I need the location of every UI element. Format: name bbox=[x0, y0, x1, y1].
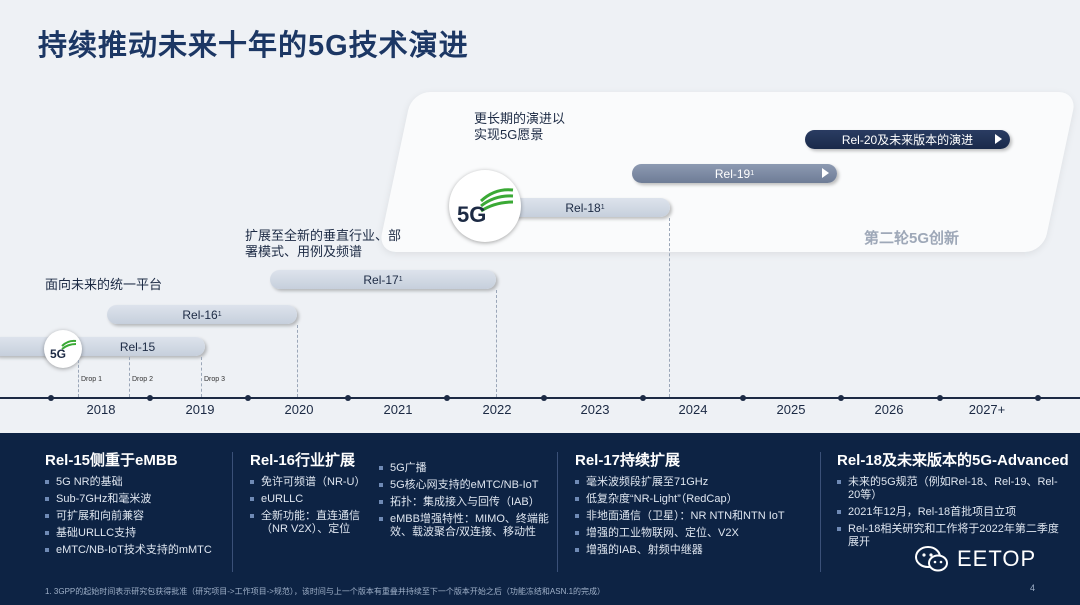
rel-18-label: Rel-18 bbox=[565, 200, 601, 215]
axis-tick bbox=[1035, 395, 1041, 401]
year-label: 2021 bbox=[383, 402, 413, 417]
list-item: 2021年12月，Rel-18首批项目立项 bbox=[837, 506, 1069, 519]
year-label: 2024 bbox=[678, 402, 708, 417]
drop-1-label: Drop 1 bbox=[81, 376, 103, 383]
axis-tick bbox=[937, 395, 943, 401]
column-heading: Rel-15侧重于eMBB bbox=[45, 452, 178, 469]
page-title: 持续推动未来十年的5G技术演进 bbox=[38, 30, 469, 62]
drop-3-label: Drop 3 bbox=[204, 376, 226, 383]
list-item: 基础URLLC支持 bbox=[45, 527, 225, 540]
column-divider bbox=[557, 452, 558, 572]
rel-15-label: Rel-15 bbox=[119, 339, 156, 354]
page-number: 4 bbox=[1030, 583, 1036, 593]
year-label: 2023 bbox=[580, 402, 610, 417]
axis-tick bbox=[640, 395, 646, 401]
list-item: 非地面通信（卫星）：NR NTN和NTN IoT bbox=[575, 510, 810, 523]
axis-tick bbox=[245, 395, 251, 401]
rel-17-end-guide bbox=[496, 290, 497, 397]
note-long-term: 更长期的演进以实现5G愿景 bbox=[474, 111, 566, 142]
arrow-right-icon bbox=[995, 134, 1002, 144]
rel-16-bar: Rel-16 1 bbox=[107, 305, 297, 324]
5g-logo-icon-small: 5G bbox=[44, 330, 82, 368]
rel-19-label: Rel-19 bbox=[714, 166, 751, 181]
list-item: eMTC/NB-IoT技术支持的mMTC bbox=[45, 544, 225, 557]
column-rel-18: Rel-18及未来版本的5G-Advanced 未来的5G规范（例如Rel-18… bbox=[837, 441, 1069, 553]
column-heading: Rel-17持续扩展 bbox=[575, 452, 681, 469]
drop-2-label: Drop 2 bbox=[132, 376, 154, 383]
second-wave-label: 第二轮5G创新 bbox=[864, 230, 960, 247]
svg-text:5G: 5G bbox=[50, 347, 66, 360]
year-label: 2019 bbox=[185, 402, 215, 417]
list-item: 可扩展和向前兼容 bbox=[45, 510, 225, 523]
watermark: EETOP bbox=[915, 545, 1036, 573]
axis-tick bbox=[838, 395, 844, 401]
list-item: 低复杂度“NR-Light”（RedCap） bbox=[575, 493, 810, 506]
rel-15-bar: Rel-15 bbox=[0, 337, 205, 356]
list-item: Sub-7GHz和毫米波 bbox=[45, 493, 225, 506]
axis-tick bbox=[541, 395, 547, 401]
rel-19-bar: Rel-19 1 bbox=[632, 164, 837, 183]
year-label: 2022 bbox=[482, 402, 512, 417]
axis-tick bbox=[444, 395, 450, 401]
rel-20-label: Rel-20及未来版本的演进 bbox=[841, 133, 974, 147]
list-item: eMBB增强特性：MIMO、终端能效、载波聚合/双连接、移动性 bbox=[379, 513, 551, 539]
note-vertical-expansion: 扩展至全新的垂直行业、部署模式、用例及频谱 bbox=[245, 228, 402, 259]
rel-17-bar: Rel-17 1 bbox=[270, 270, 496, 289]
list-item: 免许可频谱（NR-U） bbox=[250, 476, 375, 489]
list-item: 5G NR的基础 bbox=[45, 476, 225, 489]
wechat-icon bbox=[915, 546, 948, 572]
watermark-text: EETOP bbox=[957, 546, 1037, 571]
list-item: 未来的5G规范（例如Rel-18、Rel-19、Rel-20等） bbox=[837, 476, 1069, 502]
column-rel-16-cont: 5G广播 5G核心网支持的eMTC/NB-IoT 拓扑：集成接入与回传（IAB）… bbox=[379, 448, 551, 543]
list-item: 全新功能：直连通信（NR V2X）、定位 bbox=[250, 510, 375, 536]
5g-logo-icon-large: 5G bbox=[449, 170, 521, 242]
list-item: 5G广播 bbox=[379, 462, 551, 475]
drop-1-guide bbox=[78, 360, 79, 397]
year-label: 2020 bbox=[284, 402, 314, 417]
year-label: 2027+ bbox=[968, 402, 1006, 417]
axis-tick bbox=[740, 395, 746, 401]
note-unified-platform: 面向未来的统一平台 bbox=[45, 277, 163, 292]
timeline-axis bbox=[0, 397, 1080, 399]
footnote: 1. 3GPP的起始时间表示研究包获得批准（研究项目->工作项目->规范），该时… bbox=[45, 587, 606, 596]
rel-20-bar: Rel-20及未来版本的演进 bbox=[805, 130, 1010, 149]
list-item: 毫米波频段扩展至71GHz bbox=[575, 476, 810, 489]
list-item: 5G核心网支持的eMTC/NB-IoT bbox=[379, 479, 551, 492]
rel-18-end-guide bbox=[669, 218, 670, 397]
list-item: eURLLC bbox=[250, 493, 375, 506]
axis-tick bbox=[48, 395, 54, 401]
column-divider bbox=[232, 452, 233, 572]
rel-16-end-guide bbox=[297, 325, 298, 397]
svg-text:5G: 5G bbox=[457, 202, 486, 226]
drop-3-guide bbox=[201, 357, 202, 397]
rel-16-label: Rel-16 bbox=[182, 307, 218, 322]
rel-17-label: Rel-17 bbox=[363, 272, 399, 287]
column-rel-15: Rel-15侧重于eMBB 5G NR的基础 Sub-7GHz和毫米波 可扩展和… bbox=[45, 441, 225, 561]
rel-18-bar: Rel-18 1 bbox=[500, 198, 670, 217]
column-heading: Rel-16行业扩展 bbox=[250, 452, 356, 469]
year-label: 2026 bbox=[874, 402, 904, 417]
column-heading: Rel-18及未来版本的5G-Advanced bbox=[837, 452, 1069, 469]
column-divider bbox=[820, 452, 821, 572]
axis-tick bbox=[345, 395, 351, 401]
column-rel-16: Rel-16行业扩展 免许可频谱（NR-U） eURLLC 全新功能：直连通信（… bbox=[250, 441, 375, 540]
year-label: 2018 bbox=[86, 402, 116, 417]
column-rel-17: Rel-17持续扩展 毫米波频段扩展至71GHz 低复杂度“NR-Light”（… bbox=[575, 441, 810, 561]
axis-tick bbox=[147, 395, 153, 401]
list-item: 拓扑：集成接入与回传（IAB） bbox=[379, 496, 551, 509]
list-item: 增强的工业物联网、定位、V2X bbox=[575, 527, 810, 540]
drop-2-guide bbox=[129, 357, 130, 397]
arrow-right-icon bbox=[822, 168, 829, 178]
list-item: 增强的IAB、射频中继器 bbox=[575, 544, 810, 557]
year-label: 2025 bbox=[776, 402, 806, 417]
